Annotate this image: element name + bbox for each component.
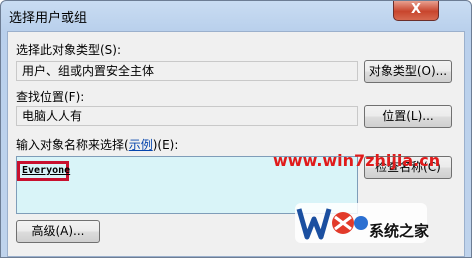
advanced-button[interactable]: 高级(A)...	[16, 220, 100, 243]
dialog-title: 选择用户或组	[9, 11, 88, 26]
object-types-button[interactable]: 对象类型(O)...	[364, 60, 452, 83]
watermark-url: www.win7zhijia.cn	[273, 151, 441, 170]
close-button[interactable]: X	[393, 1, 439, 21]
close-icon: X	[410, 2, 422, 17]
location-field: 电脑人人有	[16, 106, 358, 126]
object-names-label-suffix: )(E):	[152, 138, 179, 152]
watermark-text: 系统之家	[369, 222, 430, 240]
object-types-label: 选择此对象类型(S):	[16, 43, 122, 57]
location-button[interactable]: 位置(L)...	[364, 105, 452, 128]
object-names-label: 输入对象名称来选择(示例)(E):	[16, 136, 178, 153]
examples-link[interactable]: 示例	[129, 138, 153, 152]
entered-object-name: Everyone	[17, 161, 70, 181]
object-names-label-prefix: 输入对象名称来选择(	[16, 138, 129, 152]
location-label: 查找位置(F):	[16, 90, 85, 104]
select-users-groups-dialog: 选择用户或组 X 选择此对象类型(S): 用户、组或内置安全主体 对象类型(O)…	[0, 0, 472, 258]
object-types-field: 用户、组或内置安全主体	[16, 61, 358, 81]
title-bar[interactable]: 选择用户或组 X	[1, 1, 471, 31]
